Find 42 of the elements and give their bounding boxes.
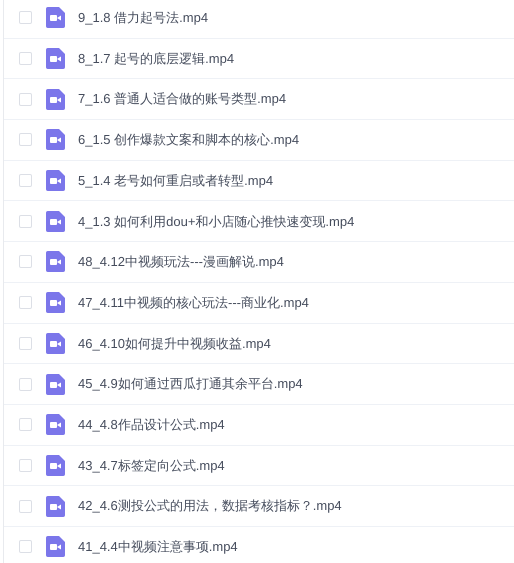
checkbox[interactable] bbox=[19, 500, 32, 513]
file-name[interactable]: 4_1.3 如何利用dou+和小店随心推快速变现.mp4 bbox=[78, 212, 354, 232]
file-name[interactable]: 46_4.10如何提升中视频收益.mp4 bbox=[78, 334, 271, 354]
video-file-icon bbox=[46, 332, 65, 354]
video-file-icon bbox=[46, 210, 65, 232]
checkbox[interactable] bbox=[19, 214, 32, 228]
video-file-icon bbox=[46, 496, 65, 517]
video-file-icon bbox=[46, 536, 65, 558]
file-name[interactable]: 42_4.6测投公式的用法，数据考核指标？.mp4 bbox=[78, 496, 342, 516]
checkbox[interactable] bbox=[19, 52, 32, 66]
file-name[interactable]: 47_4.11中视频的核心玩法---商业化.mp4 bbox=[78, 292, 309, 312]
file-name[interactable]: 9_1.8 借力起号法.mp4 bbox=[78, 8, 208, 28]
file-name[interactable]: 48_4.12中视频玩法---漫画解说.mp4 bbox=[78, 252, 284, 272]
file-name[interactable]: 41_4.4中视频注意事项.mp4 bbox=[78, 537, 238, 557]
video-file-icon bbox=[46, 48, 65, 70]
video-file-icon bbox=[46, 292, 65, 314]
video-file-icon bbox=[46, 414, 65, 436]
checkbox[interactable] bbox=[19, 174, 32, 188]
file-name[interactable]: 6_1.5 创作爆款文案和脚本的核心.mp4 bbox=[78, 130, 300, 150]
video-file-icon bbox=[46, 7, 65, 28]
file-name[interactable]: 45_4.9如何通过西瓜打通其余平台.mp4 bbox=[78, 374, 303, 394]
video-file-icon bbox=[46, 374, 65, 395]
checkbox[interactable] bbox=[19, 92, 32, 106]
checkbox[interactable] bbox=[19, 296, 32, 310]
file-name[interactable]: 8_1.7 起号的底层逻辑.mp4 bbox=[78, 48, 234, 68]
checkbox[interactable] bbox=[19, 336, 32, 350]
video-file-icon bbox=[46, 170, 65, 192]
checkbox[interactable] bbox=[19, 133, 32, 146]
checkbox[interactable] bbox=[19, 11, 32, 24]
checkbox[interactable] bbox=[19, 458, 32, 472]
file-name[interactable]: 43_4.7标签定向公式.mp4 bbox=[78, 456, 225, 476]
checkbox[interactable] bbox=[19, 418, 32, 432]
file-name[interactable]: 44_4.8作品设计公式.mp4 bbox=[78, 414, 225, 434]
file-name[interactable]: 7_1.6 普通人适合做的账号类型.mp4 bbox=[78, 89, 286, 109]
file-name[interactable]: 5_1.4 老号如何重启或者转型.mp4 bbox=[78, 170, 274, 190]
video-file-icon bbox=[46, 88, 65, 110]
video-file-icon bbox=[46, 251, 65, 272]
video-file-icon bbox=[46, 129, 65, 150]
checkbox[interactable] bbox=[19, 378, 32, 391]
checkbox[interactable] bbox=[19, 255, 32, 268]
video-file-icon bbox=[46, 454, 65, 476]
checkbox[interactable] bbox=[19, 540, 32, 554]
